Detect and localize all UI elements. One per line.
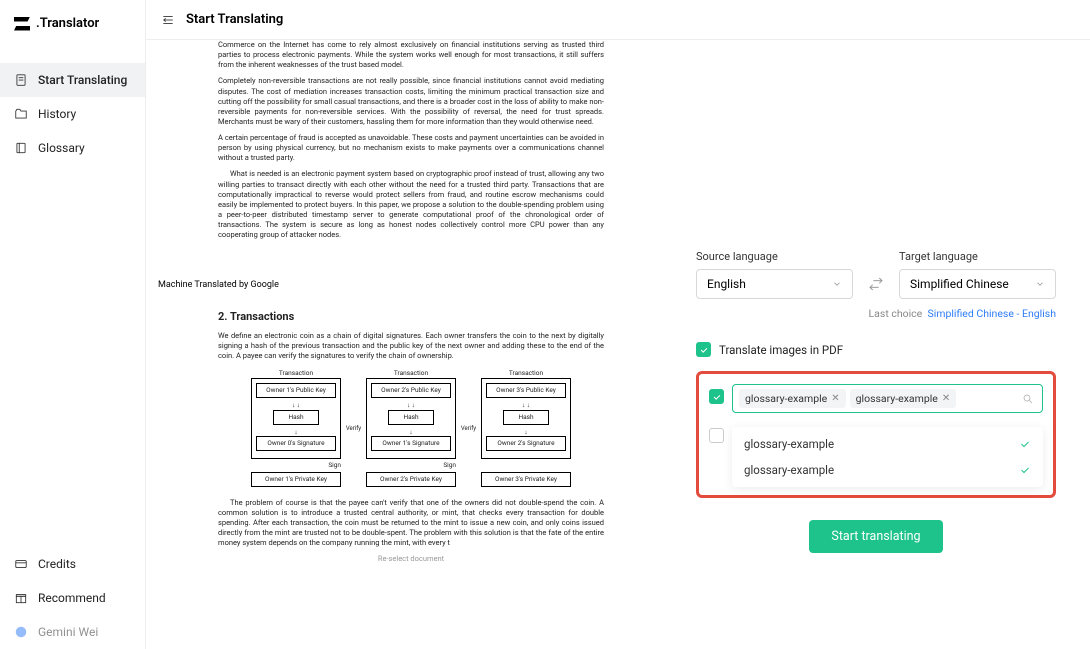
start-translating-button[interactable]: Start translating	[809, 520, 942, 553]
glossary-dropdown: glossary-example glossary-example	[732, 427, 1043, 487]
doc-paragraph: Commerce on the Internet has come to rel…	[218, 40, 604, 70]
target-language-label: Target language	[899, 250, 1056, 263]
reselect-document[interactable]: Re-select document	[218, 554, 604, 564]
collapse-sidebar-icon[interactable]	[160, 13, 176, 27]
sidebar-item-start-translating[interactable]: Start Translating	[0, 63, 145, 97]
target-language-select[interactable]: Simplified Chinese	[899, 269, 1056, 299]
app-name: .Translator	[36, 16, 99, 31]
sidebar: .Translator Start Translating History Gl…	[0, 0, 146, 649]
glossary-option[interactable]: glossary-example	[732, 431, 1043, 457]
glossary-tag: glossary-example✕	[739, 389, 846, 408]
sidebar-item-label: History	[38, 107, 76, 121]
chevron-down-icon	[832, 279, 842, 289]
source-language-label: Source language	[696, 250, 853, 263]
sidebar-item-label: Credits	[38, 557, 76, 571]
search-icon	[1022, 393, 1034, 405]
logo-icon	[14, 17, 30, 31]
checkbox-icon[interactable]	[709, 389, 724, 404]
card-icon	[14, 557, 28, 571]
transaction-diagram: Transaction Owner 1's Public Key ↓ ↓ Has…	[251, 369, 571, 489]
sidebar-item-credits[interactable]: Credits	[0, 547, 145, 581]
translation-panel: Source language English Target language …	[676, 40, 1090, 649]
swap-icon	[868, 276, 884, 292]
book-icon	[14, 141, 28, 155]
checkbox-icon	[696, 342, 711, 357]
app-logo: .Translator	[0, 8, 145, 43]
sidebar-item-label: Recommend	[38, 591, 106, 605]
doc-paragraph: We define an electronic coin as a chain …	[218, 331, 604, 361]
sidebar-item-recommend[interactable]: Recommend	[0, 581, 145, 615]
remove-tag-icon[interactable]: ✕	[831, 393, 839, 404]
gift-icon	[14, 591, 28, 605]
doc-paragraph: A certain percentage of fraud is accepte…	[218, 133, 604, 163]
last-choice: Last choice Simplified Chinese - English	[696, 307, 1056, 320]
glossary-tag: glossary-example✕	[850, 389, 957, 408]
checkbox-icon[interactable]	[709, 428, 724, 443]
check-icon	[1019, 464, 1031, 476]
sidebar-item-label: Gemini Wei	[38, 625, 98, 639]
sidebar-item-user[interactable]: Gemini Wei	[0, 615, 145, 649]
glossary-highlight-box: glossary-example✕ glossary-example✕ glos…	[696, 371, 1056, 498]
doc-paragraph: Completely non-reversible transactions a…	[218, 76, 604, 127]
remove-tag-icon[interactable]: ✕	[942, 393, 950, 404]
page-header: Start Translating	[146, 0, 1090, 40]
doc-paragraph: What is needed is an electronic payment …	[218, 169, 604, 240]
sidebar-item-glossary[interactable]: Glossary	[0, 131, 145, 165]
document-preview: Commerce on the Internet has come to rel…	[146, 40, 676, 649]
document-icon	[14, 73, 28, 87]
translate-images-option[interactable]: Translate images in PDF	[696, 342, 1056, 357]
mt-attribution: Machine Translated by Google	[158, 280, 664, 290]
sidebar-item-label: Start Translating	[38, 73, 127, 87]
page-title: Start Translating	[186, 12, 283, 27]
sidebar-item-label: Glossary	[38, 141, 85, 155]
last-choice-link[interactable]: Simplified Chinese - English	[927, 307, 1056, 320]
folder-icon	[14, 107, 28, 121]
section-heading: 2. Transactions	[218, 310, 604, 325]
glossary-tag-input[interactable]: glossary-example✕ glossary-example✕	[732, 384, 1043, 413]
avatar-icon	[14, 625, 28, 639]
doc-paragraph: The problem of course is that the payee …	[218, 498, 604, 549]
glossary-option[interactable]: glossary-example	[732, 457, 1043, 483]
swap-languages-button[interactable]	[863, 269, 889, 299]
source-language-select[interactable]: English	[696, 269, 853, 299]
sidebar-item-history[interactable]: History	[0, 97, 145, 131]
check-icon	[1019, 438, 1031, 450]
chevron-down-icon	[1035, 279, 1045, 289]
